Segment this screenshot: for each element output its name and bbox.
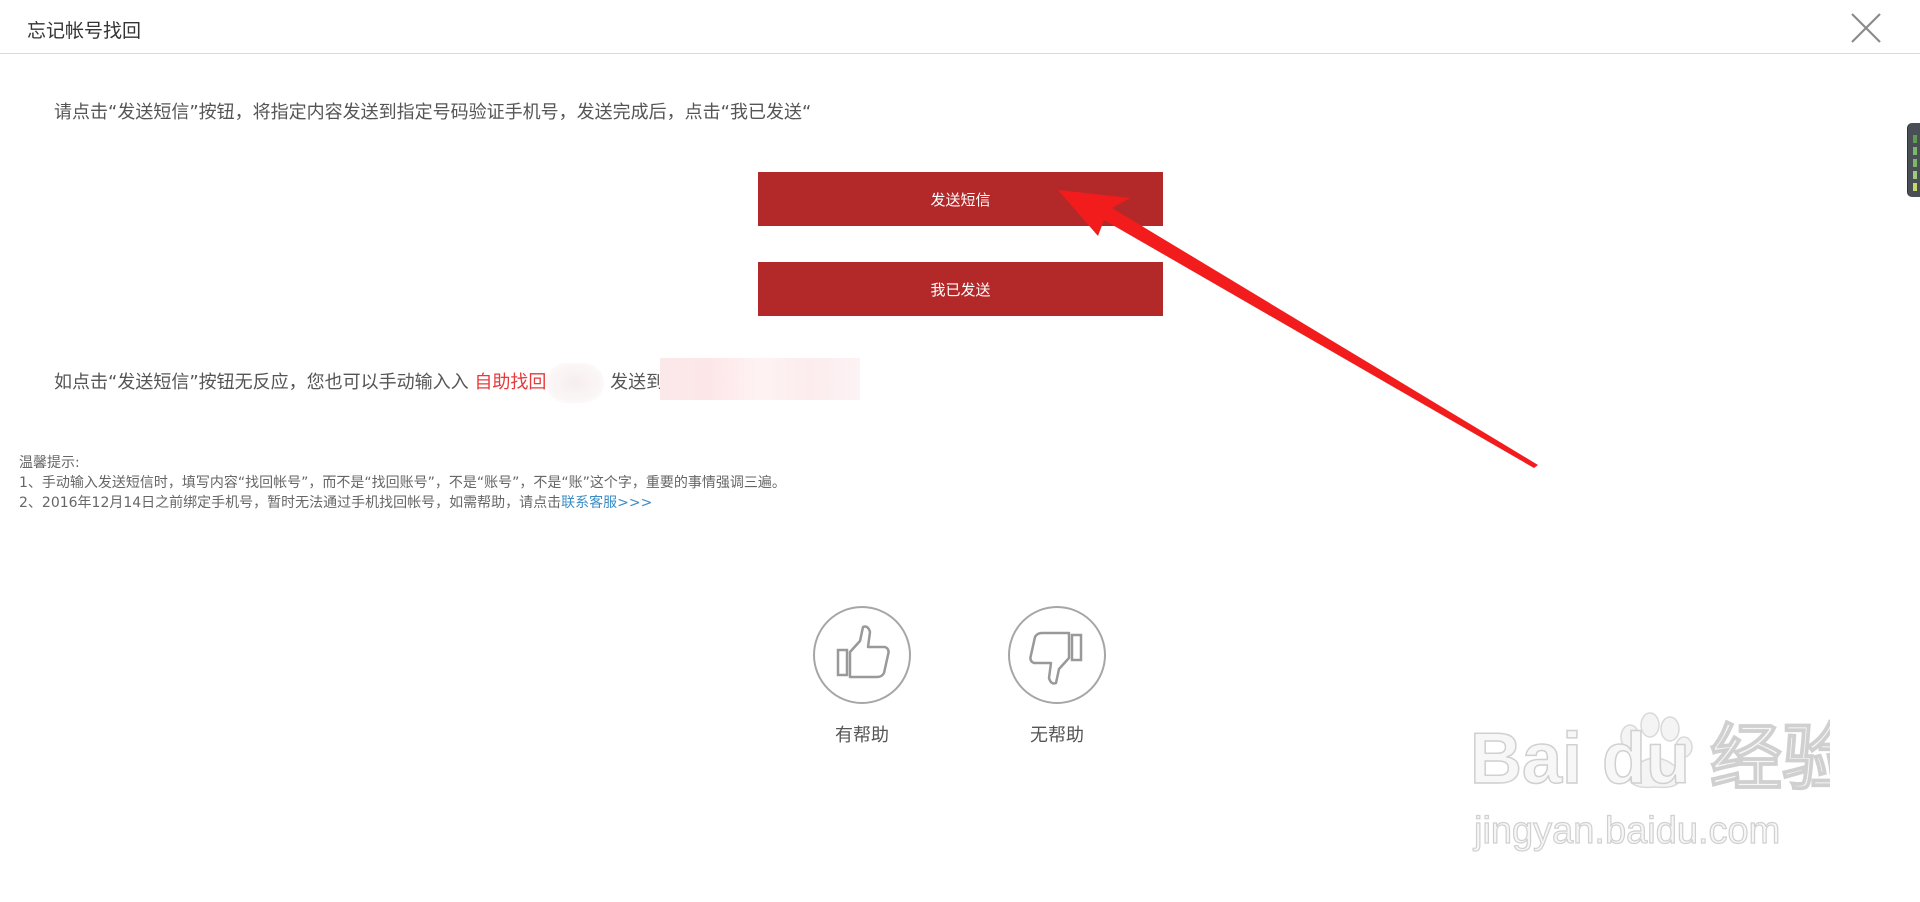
red-arrow-annotation	[1058, 190, 1538, 468]
side-widget-tab[interactable]	[1907, 123, 1920, 197]
